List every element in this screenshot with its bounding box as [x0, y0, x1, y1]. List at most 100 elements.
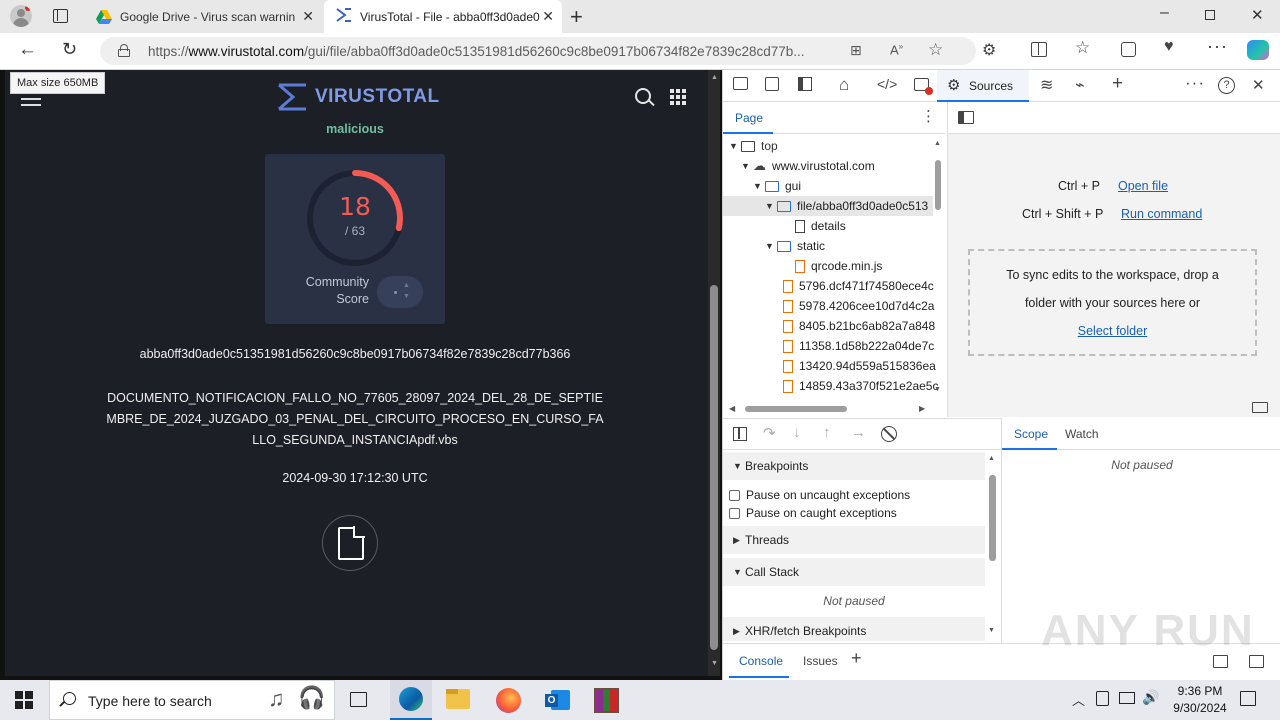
dock-side-icon[interactable]	[798, 77, 812, 91]
show-hidden-icons[interactable]: ︿	[1072, 690, 1085, 709]
favorites-icon[interactable]: ☆	[1075, 38, 1090, 58]
tree-file-1[interactable]: 5796.dcf471f74580ece4c	[783, 276, 934, 296]
app-available-icon[interactable]: ⊞	[850, 42, 862, 59]
section-call-stack[interactable]: ▼ Call Stack	[723, 558, 985, 586]
deactivate-breakpoints-icon[interactable]	[881, 426, 897, 442]
close-tab-icon[interactable]: ✕	[302, 8, 314, 25]
taskbar-explorer[interactable]	[446, 689, 470, 709]
tree-file-5[interactable]: 13420.94d559a515836ea	[783, 356, 936, 376]
run-command-link[interactable]: Run command	[1121, 207, 1202, 221]
tab-page[interactable]: Page	[723, 102, 773, 134]
taskbar-edge[interactable]	[390, 680, 432, 720]
restore-button[interactable]	[1205, 10, 1215, 20]
refresh-icon[interactable]: ↻	[62, 39, 77, 60]
start-button[interactable]	[15, 691, 33, 709]
close-tab-icon[interactable]: ✕	[542, 8, 554, 25]
pause-caught-row[interactable]: Pause on caught exceptions	[729, 506, 897, 520]
tree-gui[interactable]: ▼ gui	[753, 176, 801, 196]
tab-scope[interactable]: Scope	[1002, 418, 1057, 450]
tree-host[interactable]: ▼ ☁ www.virustotal.com	[741, 156, 875, 176]
notifications-icon[interactable]	[1240, 691, 1256, 706]
navigator-more-icon[interactable]: ⋮	[921, 107, 936, 125]
checkbox[interactable]	[729, 489, 740, 501]
checkbox[interactable]	[729, 507, 740, 519]
help-icon[interactable]: ?	[1218, 77, 1235, 94]
close-drawer-icon[interactable]	[1249, 655, 1264, 668]
network-icon[interactable]	[1119, 692, 1135, 704]
open-file-link[interactable]: Open file	[1118, 179, 1168, 193]
menu-icon[interactable]	[21, 92, 41, 106]
tab-actions-icon[interactable]	[53, 9, 68, 23]
address-bar[interactable]: https://www.virustotal.com/gui/file/abba…	[100, 37, 976, 65]
inspect-icon[interactable]	[733, 77, 748, 90]
welcome-icon[interactable]: ⌂	[839, 75, 849, 95]
back-icon[interactable]: ←	[18, 39, 37, 61]
tab-sources[interactable]: ⚙ Sources	[937, 70, 1029, 102]
tree-file-2[interactable]: 5978.4206cee10d7d4c2a	[783, 296, 934, 316]
page-scrollbar[interactable]: ▲ ▼	[708, 70, 720, 676]
tree-file-folder[interactable]: ▼ file/abba0ff3d0ade0c513	[723, 196, 933, 216]
profile-avatar[interactable]	[10, 5, 32, 27]
minimize-button[interactable]: –	[1160, 4, 1169, 22]
copilot-icon[interactable]	[1247, 40, 1269, 60]
dock-drawer-icon[interactable]	[1213, 655, 1228, 668]
clock[interactable]: 9:36 PM 9/30/2024	[1160, 683, 1240, 717]
volume-icon[interactable]: 🔊	[1142, 689, 1159, 706]
taskbar-search[interactable]: Type here to search ♫ 🎧	[49, 680, 335, 720]
section-breakpoints[interactable]: ▼ Breakpoints	[723, 452, 985, 480]
tab-google-drive[interactable]: Google Drive - Virus scan warnin ✕	[84, 0, 322, 33]
more-options-icon[interactable]: ···	[1185, 73, 1205, 93]
virustotal-logo[interactable]: VIRUSTOTAL	[277, 83, 440, 111]
step-into-icon[interactable]: ↓	[793, 424, 801, 441]
file-hash[interactable]: abba0ff3d0ade0c51351981d56260c9c8be0917b…	[5, 347, 705, 361]
search-icon[interactable]	[635, 88, 655, 107]
select-folder-link[interactable]: Select folder	[1078, 324, 1147, 338]
browser-essentials-icon[interactable]: ♥	[1164, 38, 1174, 56]
tree-file-3[interactable]: 8405.b21bc6ab82a7a848	[783, 316, 935, 336]
tab-console[interactable]: Console	[729, 644, 789, 678]
favorite-star-icon[interactable]: ☆	[928, 40, 943, 60]
console-icon[interactable]	[914, 78, 933, 95]
tree-top[interactable]: ▼ top	[729, 136, 778, 156]
network-icon[interactable]: ≋	[1040, 75, 1053, 95]
tree-qrcode[interactable]: qrcode.min.js	[795, 256, 882, 276]
step-over-icon[interactable]: ↷	[763, 424, 776, 442]
tab-watch[interactable]: Watch	[1065, 427, 1099, 441]
toggle-navigator-icon[interactable]	[958, 111, 974, 124]
taskbar-outlook[interactable]: O	[545, 688, 570, 712]
taskbar-winrar[interactable]	[594, 688, 619, 713]
close-devtools-icon[interactable]: ✕	[1252, 76, 1265, 94]
section-threads[interactable]: ▶ Threads	[723, 526, 985, 554]
tree-file-4[interactable]: 11358.1d58b222a04de7c	[783, 336, 934, 356]
taskbar-firefox[interactable]	[496, 688, 521, 713]
device-toolbar-icon[interactable]	[765, 77, 779, 91]
performance-icon[interactable]: ⌁	[1075, 75, 1085, 95]
add-drawer-tab-icon[interactable]: +	[851, 648, 862, 669]
read-aloud-icon[interactable]: A»	[890, 42, 903, 57]
device-icon[interactable]	[1096, 691, 1109, 706]
tree-vscrollbar[interactable]: ▲ ▼	[934, 140, 942, 394]
toggle-debugger-icon[interactable]	[1252, 402, 1268, 413]
pause-uncaught-row[interactable]: Pause on uncaught exceptions	[729, 488, 910, 502]
section-xhr-breakpoints[interactable]: ▶ XHR/fetch Breakpoints	[723, 617, 985, 641]
extensions-icon[interactable]: ⚙	[982, 40, 996, 60]
split-screen-icon[interactable]	[1031, 42, 1047, 57]
step-icon[interactable]: →	[851, 424, 866, 441]
sections-scrollbar[interactable]: ▲ ▼	[987, 455, 997, 639]
more-menu-icon[interactable]: ···	[1207, 36, 1228, 57]
tab-issues[interactable]: Issues	[803, 654, 838, 668]
tree-details[interactable]: details	[795, 216, 846, 236]
new-tab-button[interactable]: +	[570, 4, 583, 30]
file-name[interactable]: DOCUMENTO_NOTIFICACION_FALLO_NO_77605_28…	[5, 388, 705, 451]
tree-static[interactable]: ▼ static	[765, 236, 825, 256]
add-tool-icon[interactable]: +	[1112, 73, 1123, 95]
close-window-button[interactable]: ✕	[1251, 6, 1264, 24]
tree-hscrollbar[interactable]: ◀ ▶	[729, 404, 929, 414]
step-out-icon[interactable]: ↑	[823, 424, 831, 441]
pause-icon[interactable]	[733, 427, 747, 441]
folder-drop-zone[interactable]: To sync edits to the workspace, drop a f…	[968, 249, 1257, 356]
tree-file-6[interactable]: 14859.43a370f521e2ae5c	[783, 376, 938, 396]
task-view-icon[interactable]	[350, 692, 367, 707]
collections-icon[interactable]	[1121, 42, 1136, 57]
lock-icon[interactable]	[118, 44, 130, 57]
